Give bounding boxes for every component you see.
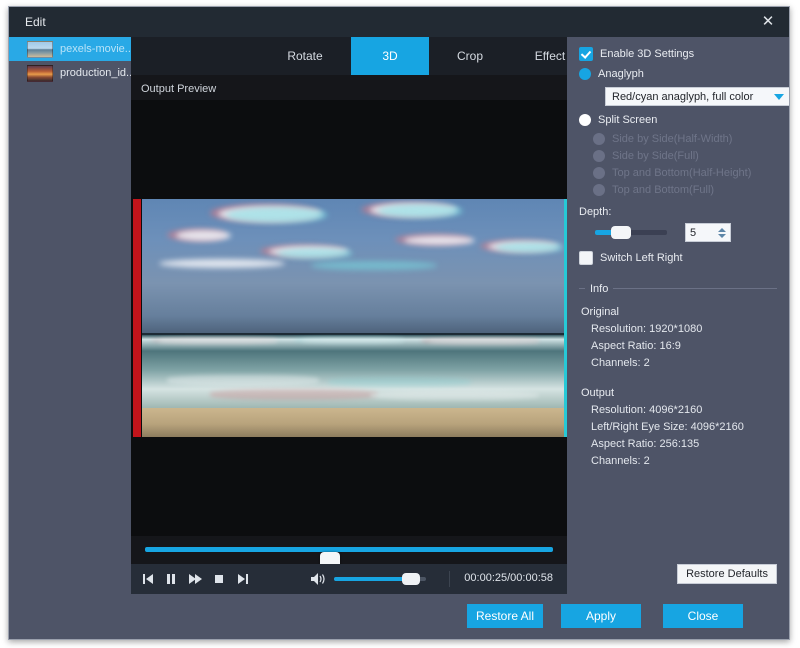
anaglyph-type-value: Red/cyan anaglyph, full color (612, 90, 754, 103)
original-resolution: Resolution: 1920*1080 (591, 323, 703, 335)
apply-button[interactable]: Apply (561, 604, 641, 628)
split-option-label: Top and Bottom(Full) (612, 184, 715, 196)
stop-icon[interactable] (212, 572, 227, 586)
skip-backward-icon[interactable] (141, 572, 156, 586)
enable-3d-label: Enable 3D Settings (600, 48, 695, 60)
fast-forward-icon[interactable] (188, 572, 203, 586)
controls-divider (449, 571, 450, 587)
skip-forward-icon[interactable] (236, 572, 251, 586)
switch-left-right-row[interactable]: Switch Left Right (579, 251, 777, 265)
output-preview-label: Output Preview (141, 83, 217, 95)
output-group-title: Output (581, 387, 615, 399)
restore-defaults-button[interactable]: Restore Defaults (677, 564, 777, 584)
edit-dialog: Edit ✕ pexels-movie... production_id... … (8, 6, 790, 640)
tab-rotate[interactable]: Rotate (259, 37, 351, 75)
split-option-0: Side by Side(Half-Width) (593, 133, 777, 145)
split-screen-radio[interactable] (579, 114, 591, 126)
switch-left-right-checkbox[interactable] (579, 251, 593, 265)
original-channels: Channels: 2 (591, 357, 650, 369)
volume-handle[interactable] (402, 573, 421, 585)
split-option-1: Side by Side(Full) (593, 150, 777, 162)
info-header-label: Info (585, 283, 614, 295)
depth-slider[interactable] (595, 226, 667, 239)
depth-slider-handle[interactable] (610, 226, 631, 239)
close-icon[interactable]: ✕ (755, 11, 781, 33)
output-aspect-ratio: Aspect Ratio: 256:135 (591, 438, 700, 450)
volume-slider[interactable] (334, 573, 426, 585)
anaglyph-label: Anaglyph (598, 68, 644, 80)
depth-value: 5 (690, 226, 697, 239)
split-option-radio (593, 150, 605, 162)
preview-image (142, 199, 564, 437)
settings-panel: Enable 3D Settings Anaglyph Red/cyan ana… (567, 37, 789, 594)
enable-3d-checkbox[interactable] (579, 47, 593, 61)
original-group-title: Original (581, 306, 619, 318)
tab-3d[interactable]: 3D (351, 37, 429, 75)
split-option-label: Side by Side(Half-Width) (612, 133, 733, 145)
tab-crop[interactable]: Crop (429, 37, 511, 75)
seek-bar[interactable] (145, 547, 553, 568)
chevron-down-icon[interactable] (774, 93, 784, 100)
output-channels: Channels: 2 (591, 455, 650, 467)
volume-control (306, 572, 436, 586)
original-aspect-ratio: Aspect Ratio: 16:9 (591, 340, 681, 352)
split-option-2: Top and Bottom(Half-Height) (593, 167, 777, 179)
file-thumbnail-icon (27, 40, 53, 58)
file-name: pexels-movie... (60, 43, 131, 55)
depth-label: Depth: (579, 206, 612, 218)
player-controls: 00:00:25/00:00:58 (131, 564, 567, 594)
title-bar: Edit ✕ (9, 7, 789, 37)
split-screen-label: Split Screen (598, 114, 658, 126)
split-option-radio (593, 167, 605, 179)
split-option-radio (593, 184, 605, 196)
timecode-display: 00:00:25/00:00:58 (464, 572, 553, 584)
stepper-arrows-icon[interactable] (718, 227, 726, 238)
tab-bar: Rotate 3D Crop Effect Watermark (131, 37, 668, 75)
depth-row: 5 (579, 223, 777, 242)
anaglyph-radio[interactable] (579, 68, 591, 80)
file-thumbnail-icon (27, 64, 53, 82)
enable-3d-row[interactable]: Enable 3D Settings (579, 47, 777, 61)
video-preview-stage[interactable] (131, 100, 567, 536)
anaglyph-row[interactable]: Anaglyph (579, 68, 777, 80)
restore-all-button[interactable]: Restore All (467, 604, 543, 628)
depth-stepper[interactable]: 5 (685, 223, 731, 242)
file-list-item-0[interactable]: pexels-movie... (9, 37, 131, 61)
red-channel-edge (133, 199, 141, 437)
seek-bar-container (131, 536, 567, 568)
split-screen-row[interactable]: Split Screen (579, 114, 777, 126)
anaglyph-type-select[interactable]: Red/cyan anaglyph, full color (605, 87, 789, 106)
window-title: Edit (25, 15, 46, 29)
split-option-label: Top and Bottom(Half-Height) (612, 167, 752, 179)
split-option-3: Top and Bottom(Full) (593, 184, 777, 196)
output-eye-size: Left/Right Eye Size: 4096*2160 (591, 421, 744, 433)
info-section-header: Info (579, 283, 777, 297)
file-list-item-1[interactable]: production_id... (9, 61, 131, 85)
file-list-sidebar: pexels-movie... production_id... (9, 37, 131, 639)
anaglyph-video-frame (131, 199, 567, 437)
switch-left-right-label: Switch Left Right (600, 252, 683, 264)
close-button[interactable]: Close (663, 604, 743, 628)
file-name: production_id... (60, 67, 131, 79)
output-resolution: Resolution: 4096*2160 (591, 404, 703, 416)
dialog-footer: Restore All Apply Close (9, 594, 789, 639)
speaker-icon[interactable] (310, 572, 328, 591)
split-option-radio (593, 133, 605, 145)
pause-icon[interactable] (164, 572, 179, 586)
split-option-label: Side by Side(Full) (612, 150, 699, 162)
